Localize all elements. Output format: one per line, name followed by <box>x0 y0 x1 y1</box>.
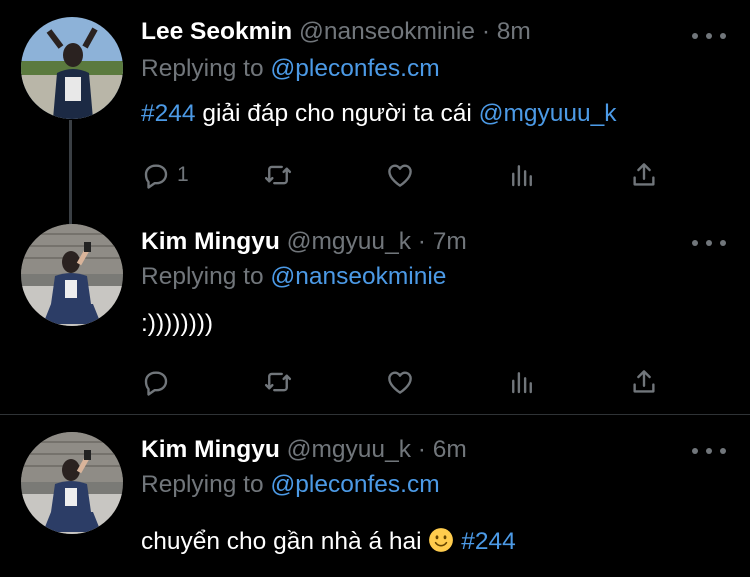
display-name[interactable]: Kim Mingyu <box>141 436 280 463</box>
analytics-button[interactable] <box>507 365 537 399</box>
replying-to-label: Replying to <box>141 471 264 498</box>
analytics-button[interactable] <box>507 158 537 192</box>
separator-dot: · <box>481 18 490 45</box>
analytics-icon <box>512 372 532 394</box>
timestamp[interactable]: 8m <box>497 18 531 45</box>
share-icon <box>633 163 655 186</box>
replying-to-line: Replying to @nanseokminie <box>141 263 446 291</box>
display-name[interactable]: Lee Seokmin <box>141 18 292 45</box>
avatar-photo-kim-mingyu <box>21 224 123 326</box>
tweet-text: #244 giải đáp cho người ta cái @mgyuuu_k <box>141 100 617 128</box>
separator-dot: · <box>417 228 426 255</box>
like-icon <box>388 371 412 394</box>
replying-to-label: Replying to <box>141 55 264 82</box>
user-handle[interactable]: @nanseokminie <box>299 18 475 45</box>
user-handle[interactable]: @mgyuu_k <box>287 436 411 463</box>
retweet-button[interactable] <box>263 365 293 399</box>
display-name[interactable]: Kim Mingyu <box>141 228 280 255</box>
tweet-divider <box>0 414 750 415</box>
retweet-button[interactable] <box>263 158 293 192</box>
user-handle[interactable]: @mgyuu_k <box>287 228 411 255</box>
hashtag-link[interactable]: #244 <box>141 100 196 127</box>
tweet-header: Kim Mingyu @mgyuu_k · 6m <box>141 436 467 464</box>
tweet-text-plain: chuyển cho gần nhà á hai <box>141 528 429 555</box>
reply-button[interactable] <box>141 365 171 399</box>
share-button[interactable] <box>629 158 659 192</box>
like-icon <box>388 164 412 187</box>
more-icon[interactable] <box>692 441 726 461</box>
tweet-header: Kim Mingyu @mgyuu_k · 7m <box>141 228 467 256</box>
tweet-actions: 1 <box>141 158 681 192</box>
hashtag-link[interactable]: #244 <box>461 528 516 555</box>
replying-to-line: Replying to @pleconfes.cm <box>141 471 440 499</box>
separator-dot: · <box>417 436 426 463</box>
share-icon <box>633 370 655 393</box>
mention-link[interactable]: @mgyuuu_k <box>479 100 617 127</box>
tweet-text: :)))))))) <box>141 310 214 337</box>
replying-to-line: Replying to @pleconfes.cm <box>141 55 440 83</box>
timestamp[interactable]: 7m <box>433 228 467 255</box>
like-button[interactable] <box>385 158 415 192</box>
analytics-icon <box>512 165 532 187</box>
retweet-icon <box>264 372 292 392</box>
replying-to-label: Replying to <box>141 263 264 290</box>
more-icon[interactable] <box>692 233 726 253</box>
avatar-photo-lee-seokmin <box>21 17 123 119</box>
replying-to-link[interactable]: @pleconfes.cm <box>270 471 439 498</box>
tweet-header: Lee Seokmin @nanseokminie · 8m <box>141 18 531 46</box>
retweet-icon <box>264 165 292 185</box>
avatar-photo-kim-mingyu <box>21 432 123 534</box>
tweet-text: chuyển cho gần nhà á hai #244 <box>141 527 516 556</box>
reply-icon <box>144 164 168 189</box>
replying-to-link[interactable]: @nanseokminie <box>270 263 446 290</box>
like-button[interactable] <box>385 365 415 399</box>
timestamp[interactable]: 6m <box>433 436 467 463</box>
more-icon[interactable] <box>692 26 726 46</box>
avatar[interactable] <box>21 432 123 534</box>
reply-count: 1 <box>177 163 189 186</box>
share-button[interactable] <box>629 365 659 399</box>
replying-to-link[interactable]: @pleconfes.cm <box>270 55 439 82</box>
slightly-smiling-face-icon <box>429 528 454 552</box>
reply-button[interactable]: 1 <box>141 158 189 192</box>
reply-icon <box>144 371 168 396</box>
thread-connector-line <box>69 120 72 224</box>
avatar[interactable] <box>21 17 123 119</box>
avatar[interactable] <box>21 224 123 326</box>
tweet-actions <box>141 365 681 399</box>
tweet-text-plain: giải đáp cho người ta cái <box>195 100 479 127</box>
